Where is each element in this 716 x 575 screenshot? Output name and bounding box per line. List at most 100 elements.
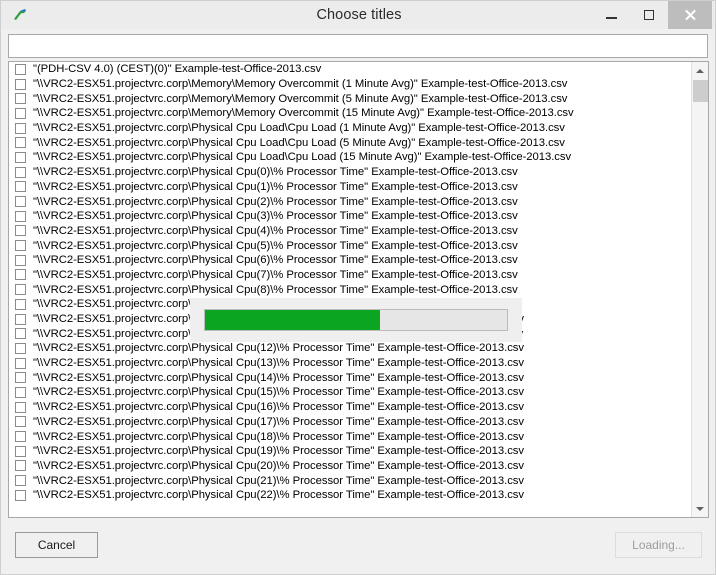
list-item[interactable]: "\\VRC2-ESX51.projectvrc.corp\Physical C…: [9, 370, 691, 385]
list-item-label: "\\VRC2-ESX51.projectvrc.corp\Physical C…: [33, 210, 518, 223]
list-item-checkbox[interactable]: [15, 63, 26, 75]
list-item-checkbox[interactable]: [15, 431, 26, 443]
list-item[interactable]: "\\VRC2-ESX51.projectvrc.corp\Physical C…: [9, 268, 691, 283]
list-item-checkbox[interactable]: [15, 313, 26, 325]
list-item-checkbox[interactable]: [15, 460, 26, 472]
list-item-checkbox[interactable]: [15, 475, 26, 487]
filter-input[interactable]: [8, 34, 708, 58]
list-item-label: "\\VRC2-ESX51.projectvrc.corp\Physical C…: [33, 445, 524, 458]
minimize-button[interactable]: [592, 1, 630, 29]
list-item-checkbox[interactable]: [15, 196, 26, 208]
list-item-checkbox[interactable]: [15, 386, 26, 398]
list-item-label: "\\VRC2-ESX51.projectvrc.corp\Physical C…: [33, 342, 524, 355]
list-item-checkbox[interactable]: [15, 122, 26, 134]
list-item-checkbox[interactable]: [15, 166, 26, 178]
window-controls: [592, 1, 712, 29]
titles-list-panel: "(PDH-CSV 4.0) (CEST)(0)" Example-test-O…: [8, 61, 709, 518]
list-item-label: "\\VRC2-ESX51.projectvrc.corp\Physical C…: [33, 283, 518, 296]
choose-titles-dialog: Choose titles "(PDH-CSV 4.0) (CEST)(0)" …: [0, 0, 716, 575]
list-item-checkbox[interactable]: [15, 93, 26, 105]
list-item[interactable]: "\\VRC2-ESX51.projectvrc.corp\Physical C…: [9, 253, 691, 268]
list-item-label: "\\VRC2-ESX51.projectvrc.corp\Physical C…: [33, 224, 518, 237]
list-item-checkbox[interactable]: [15, 284, 26, 296]
list-item-checkbox[interactable]: [15, 328, 26, 340]
list-item[interactable]: "\\VRC2-ESX51.projectvrc.corp\Physical C…: [9, 121, 691, 136]
list-item-label: "\\VRC2-ESX51.projectvrc.corp\Memory\Mem…: [33, 92, 568, 105]
vertical-scrollbar[interactable]: [691, 62, 708, 517]
list-item-checkbox[interactable]: [15, 416, 26, 428]
progress-bar-fill: [205, 310, 381, 330]
list-item-checkbox[interactable]: [15, 78, 26, 90]
list-item-label: "\\VRC2-ESX51.projectvrc.corp\Physical C…: [33, 430, 524, 443]
list-item[interactable]: "\\VRC2-ESX51.projectvrc.corp\Physical C…: [9, 429, 691, 444]
close-button[interactable]: [668, 1, 712, 29]
list-item[interactable]: "\\VRC2-ESX51.projectvrc.corp\Memory\Mem…: [9, 77, 691, 92]
list-item[interactable]: "(PDH-CSV 4.0) (CEST)(0)" Example-test-O…: [9, 62, 691, 77]
progress-bar: [204, 309, 508, 331]
list-item-checkbox[interactable]: [15, 210, 26, 222]
list-item-checkbox[interactable]: [15, 269, 26, 281]
scrollbar-thumb[interactable]: [693, 80, 708, 102]
list-item[interactable]: "\\VRC2-ESX51.projectvrc.corp\Physical C…: [9, 400, 691, 415]
list-item-checkbox[interactable]: [15, 342, 26, 354]
list-item-checkbox[interactable]: [15, 240, 26, 252]
list-item-label: "\\VRC2-ESX51.projectvrc.corp\Physical C…: [33, 122, 565, 135]
cancel-button[interactable]: Cancel: [15, 532, 98, 558]
scroll-up-button[interactable]: [692, 62, 708, 79]
list-item[interactable]: "\\VRC2-ESX51.projectvrc.corp\Physical C…: [9, 488, 691, 503]
scroll-down-button[interactable]: [692, 500, 708, 517]
loading-overlay: [190, 298, 522, 342]
list-item-checkbox[interactable]: [15, 181, 26, 193]
list-item[interactable]: "\\VRC2-ESX51.projectvrc.corp\Physical C…: [9, 415, 691, 430]
list-item-label: "\\VRC2-ESX51.projectvrc.corp\Physical C…: [33, 357, 524, 370]
close-icon: [684, 9, 696, 21]
list-item[interactable]: "\\VRC2-ESX51.projectvrc.corp\Physical C…: [9, 282, 691, 297]
list-item[interactable]: "\\VRC2-ESX51.projectvrc.corp\Physical C…: [9, 165, 691, 180]
list-item-label: "\\VRC2-ESX51.projectvrc.corp\Physical C…: [33, 254, 518, 267]
list-item-label: "\\VRC2-ESX51.projectvrc.corp\Physical C…: [33, 386, 524, 399]
list-item[interactable]: "\\VRC2-ESX51.projectvrc.corp\Physical C…: [9, 238, 691, 253]
maximize-button[interactable]: [630, 1, 668, 29]
list-item-checkbox[interactable]: [15, 357, 26, 369]
list-item[interactable]: "\\VRC2-ESX51.projectvrc.corp\Memory\Mem…: [9, 106, 691, 121]
list-item[interactable]: "\\VRC2-ESX51.projectvrc.corp\Physical C…: [9, 356, 691, 371]
list-item-label: "\\VRC2-ESX51.projectvrc.corp\Physical C…: [33, 415, 524, 428]
list-item-label: "(PDH-CSV 4.0) (CEST)(0)" Example-test-O…: [33, 63, 322, 76]
list-item-checkbox[interactable]: [15, 107, 26, 119]
list-item-label: "\\VRC2-ESX51.projectvrc.corp\Memory\Mem…: [33, 78, 568, 91]
list-item-label: "\\VRC2-ESX51.projectvrc.corp\Physical C…: [33, 459, 524, 472]
list-item-checkbox[interactable]: [15, 401, 26, 413]
list-item-label: "\\VRC2-ESX51.projectvrc.corp\Physical C…: [33, 401, 524, 414]
title-bar[interactable]: Choose titles: [0, 0, 716, 29]
list-item-label: "\\VRC2-ESX51.projectvrc.corp\Physical C…: [33, 166, 518, 179]
list-item-checkbox[interactable]: [15, 298, 26, 310]
list-item[interactable]: "\\VRC2-ESX51.projectvrc.corp\Physical C…: [9, 180, 691, 195]
list-item-checkbox[interactable]: [15, 445, 26, 457]
list-item[interactable]: "\\VRC2-ESX51.projectvrc.corp\Physical C…: [9, 135, 691, 150]
list-item[interactable]: "\\VRC2-ESX51.projectvrc.corp\Physical C…: [9, 341, 691, 356]
list-item[interactable]: "\\VRC2-ESX51.projectvrc.corp\Physical C…: [9, 224, 691, 239]
list-item-checkbox[interactable]: [15, 137, 26, 149]
titles-list[interactable]: "(PDH-CSV 4.0) (CEST)(0)" Example-test-O…: [9, 62, 691, 517]
list-item[interactable]: "\\VRC2-ESX51.projectvrc.corp\Physical C…: [9, 385, 691, 400]
list-item[interactable]: "\\VRC2-ESX51.projectvrc.corp\Physical C…: [9, 209, 691, 224]
list-item-checkbox[interactable]: [15, 254, 26, 266]
list-item-checkbox[interactable]: [15, 225, 26, 237]
app-logo-icon: [11, 7, 29, 23]
list-item[interactable]: "\\VRC2-ESX51.projectvrc.corp\Physical C…: [9, 459, 691, 474]
chevron-down-icon: [696, 506, 704, 511]
list-item-label: "\\VRC2-ESX51.projectvrc.corp\Physical C…: [33, 180, 518, 193]
list-item[interactable]: "\\VRC2-ESX51.projectvrc.corp\Physical C…: [9, 473, 691, 488]
minimize-icon: [605, 16, 617, 19]
maximize-icon: [644, 10, 654, 20]
list-item-label: "\\VRC2-ESX51.projectvrc.corp\Physical C…: [33, 474, 524, 487]
list-item-label: "\\VRC2-ESX51.projectvrc.corp\Physical C…: [33, 268, 518, 281]
list-item-checkbox[interactable]: [15, 489, 26, 501]
list-item-checkbox[interactable]: [15, 372, 26, 384]
dialog-body: "(PDH-CSV 4.0) (CEST)(0)" Example-test-O…: [0, 29, 716, 575]
list-item[interactable]: "\\VRC2-ESX51.projectvrc.corp\Physical C…: [9, 194, 691, 209]
list-item-checkbox[interactable]: [15, 151, 26, 163]
list-item[interactable]: "\\VRC2-ESX51.projectvrc.corp\Memory\Mem…: [9, 91, 691, 106]
list-item[interactable]: "\\VRC2-ESX51.projectvrc.corp\Physical C…: [9, 150, 691, 165]
list-item[interactable]: "\\VRC2-ESX51.projectvrc.corp\Physical C…: [9, 444, 691, 459]
